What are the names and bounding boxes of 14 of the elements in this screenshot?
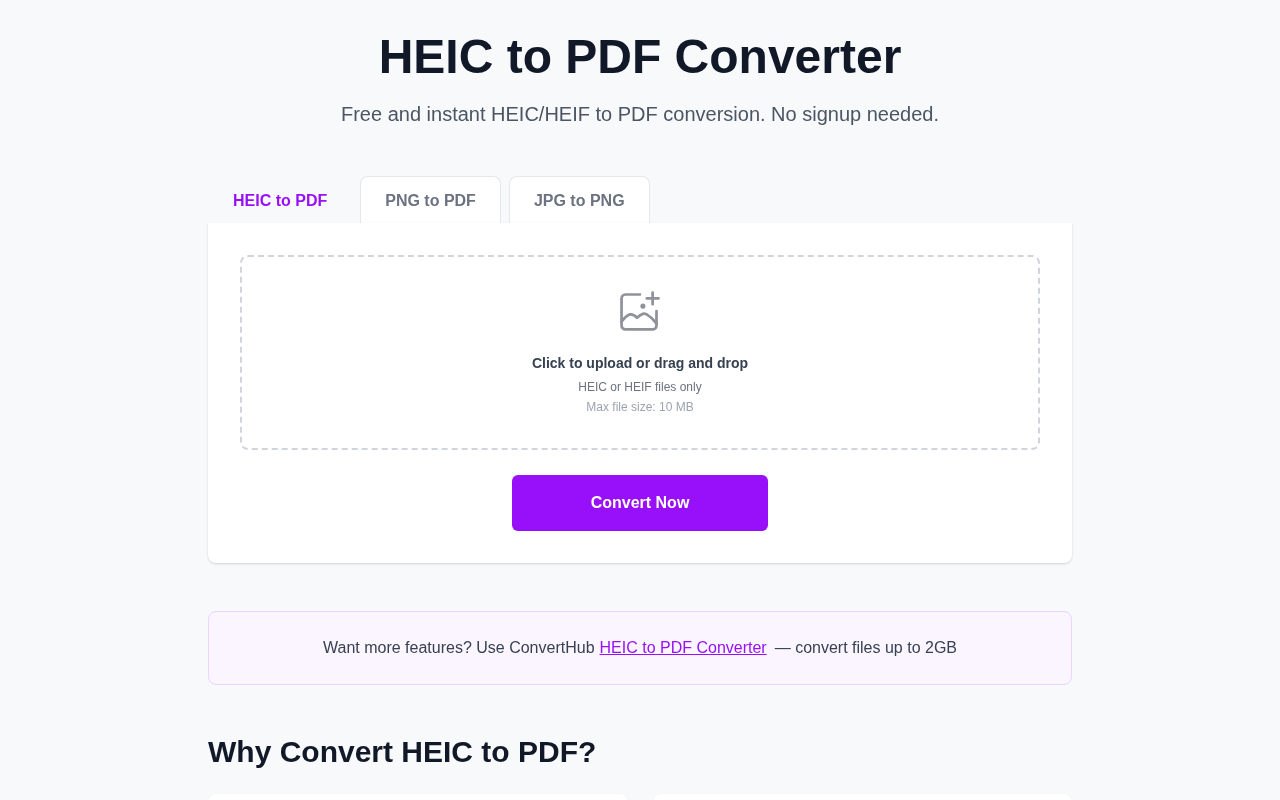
- file-size-hint: Max file size: 10 MB: [586, 398, 694, 415]
- upload-dropzone[interactable]: Click to upload or drag and drop HEIC or HEIF files only Max file size: 10 MB: [240, 255, 1040, 450]
- section-heading: Why Convert HEIC to PDF?: [208, 734, 598, 770]
- converter-tab[interactable]: PNG to PDF: [360, 176, 501, 224]
- converter-link[interactable]: HEIC to PDF Converter: [599, 639, 767, 656]
- converter-tab[interactable]: HEIC to PDF: [208, 176, 353, 224]
- promo-text: Want more features? Use ConvertHub HEIC to PDF Converter — convert files up to 2GB: [323, 638, 957, 658]
- image-plus-icon: [620, 290, 660, 331]
- converter-tab[interactable]: JPG to PNG: [508, 176, 650, 224]
- file-format-hint: HEIC or HEIF files only: [578, 378, 702, 395]
- page-subtitle: Free and instant HEIC/HEIF to PDF conversion. No signup needed.: [340, 102, 940, 127]
- convert-button[interactable]: Convert Now: [512, 475, 768, 531]
- upload-prompt: Click to upload or drag and drop: [531, 353, 749, 373]
- page-title: HEIC to PDF Converter: [378, 29, 902, 85]
